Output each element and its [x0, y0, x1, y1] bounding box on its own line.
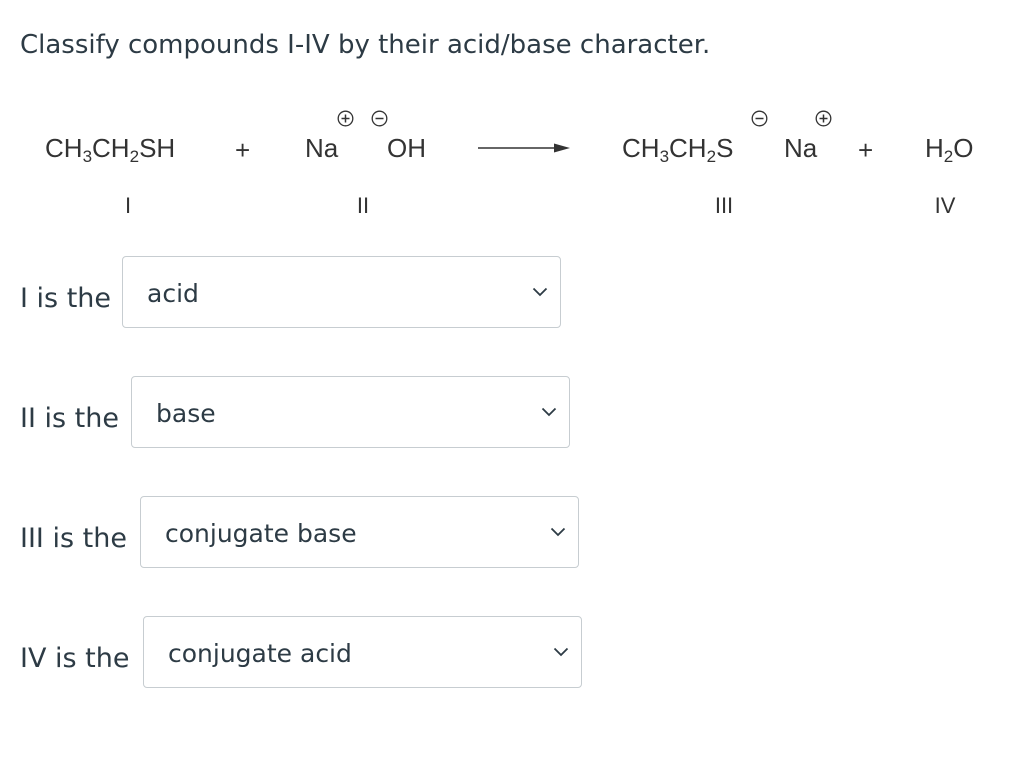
- row-label-i: I is the: [20, 283, 112, 314]
- row-label-iv: IV is the: [20, 643, 130, 674]
- numeral-ii: II: [356, 193, 370, 218]
- chevron-down-icon: [532, 287, 548, 297]
- select-compound-ii[interactable]: base: [131, 376, 570, 448]
- select-compound-iii[interactable]: conjugate base: [140, 496, 579, 568]
- numeral-i: I: [124, 193, 132, 218]
- plus-sign: +: [235, 135, 251, 165]
- sodium-cation-right: Na: [784, 133, 818, 163]
- select-compound-iv[interactable]: conjugate acid: [143, 616, 582, 688]
- question-text: Classify compounds I-IV by their acid/ba…: [20, 30, 711, 60]
- select-compound-i[interactable]: acid: [122, 256, 561, 328]
- row-label-ii: II is the: [20, 403, 119, 434]
- chevron-down-icon: [541, 407, 557, 417]
- hydroxide-anion: OH: [387, 133, 426, 163]
- select-value: conjugate acid: [168, 639, 352, 668]
- negative-charge-icon: [751, 110, 768, 127]
- numeral-iv: IV: [934, 193, 956, 218]
- sodium-cation-left: Na: [305, 133, 339, 163]
- compound-iv-formula: H2O: [925, 133, 974, 166]
- select-value: conjugate base: [165, 519, 357, 548]
- plus-sign: +: [858, 135, 874, 165]
- compound-iii-formula: CH3CH2S: [622, 133, 734, 166]
- select-value: acid: [147, 279, 199, 308]
- compound-i-formula: CH3CH2SH: [45, 133, 176, 166]
- positive-charge-icon: [815, 110, 832, 127]
- select-value: base: [156, 399, 216, 428]
- negative-charge-icon: [371, 110, 388, 127]
- reaction-arrow-icon: [478, 143, 570, 153]
- positive-charge-icon: [337, 110, 354, 127]
- row-label-iii: III is the: [20, 523, 127, 554]
- chevron-down-icon: [550, 527, 566, 537]
- chevron-down-icon: [553, 647, 569, 657]
- numeral-iii: III: [714, 193, 734, 218]
